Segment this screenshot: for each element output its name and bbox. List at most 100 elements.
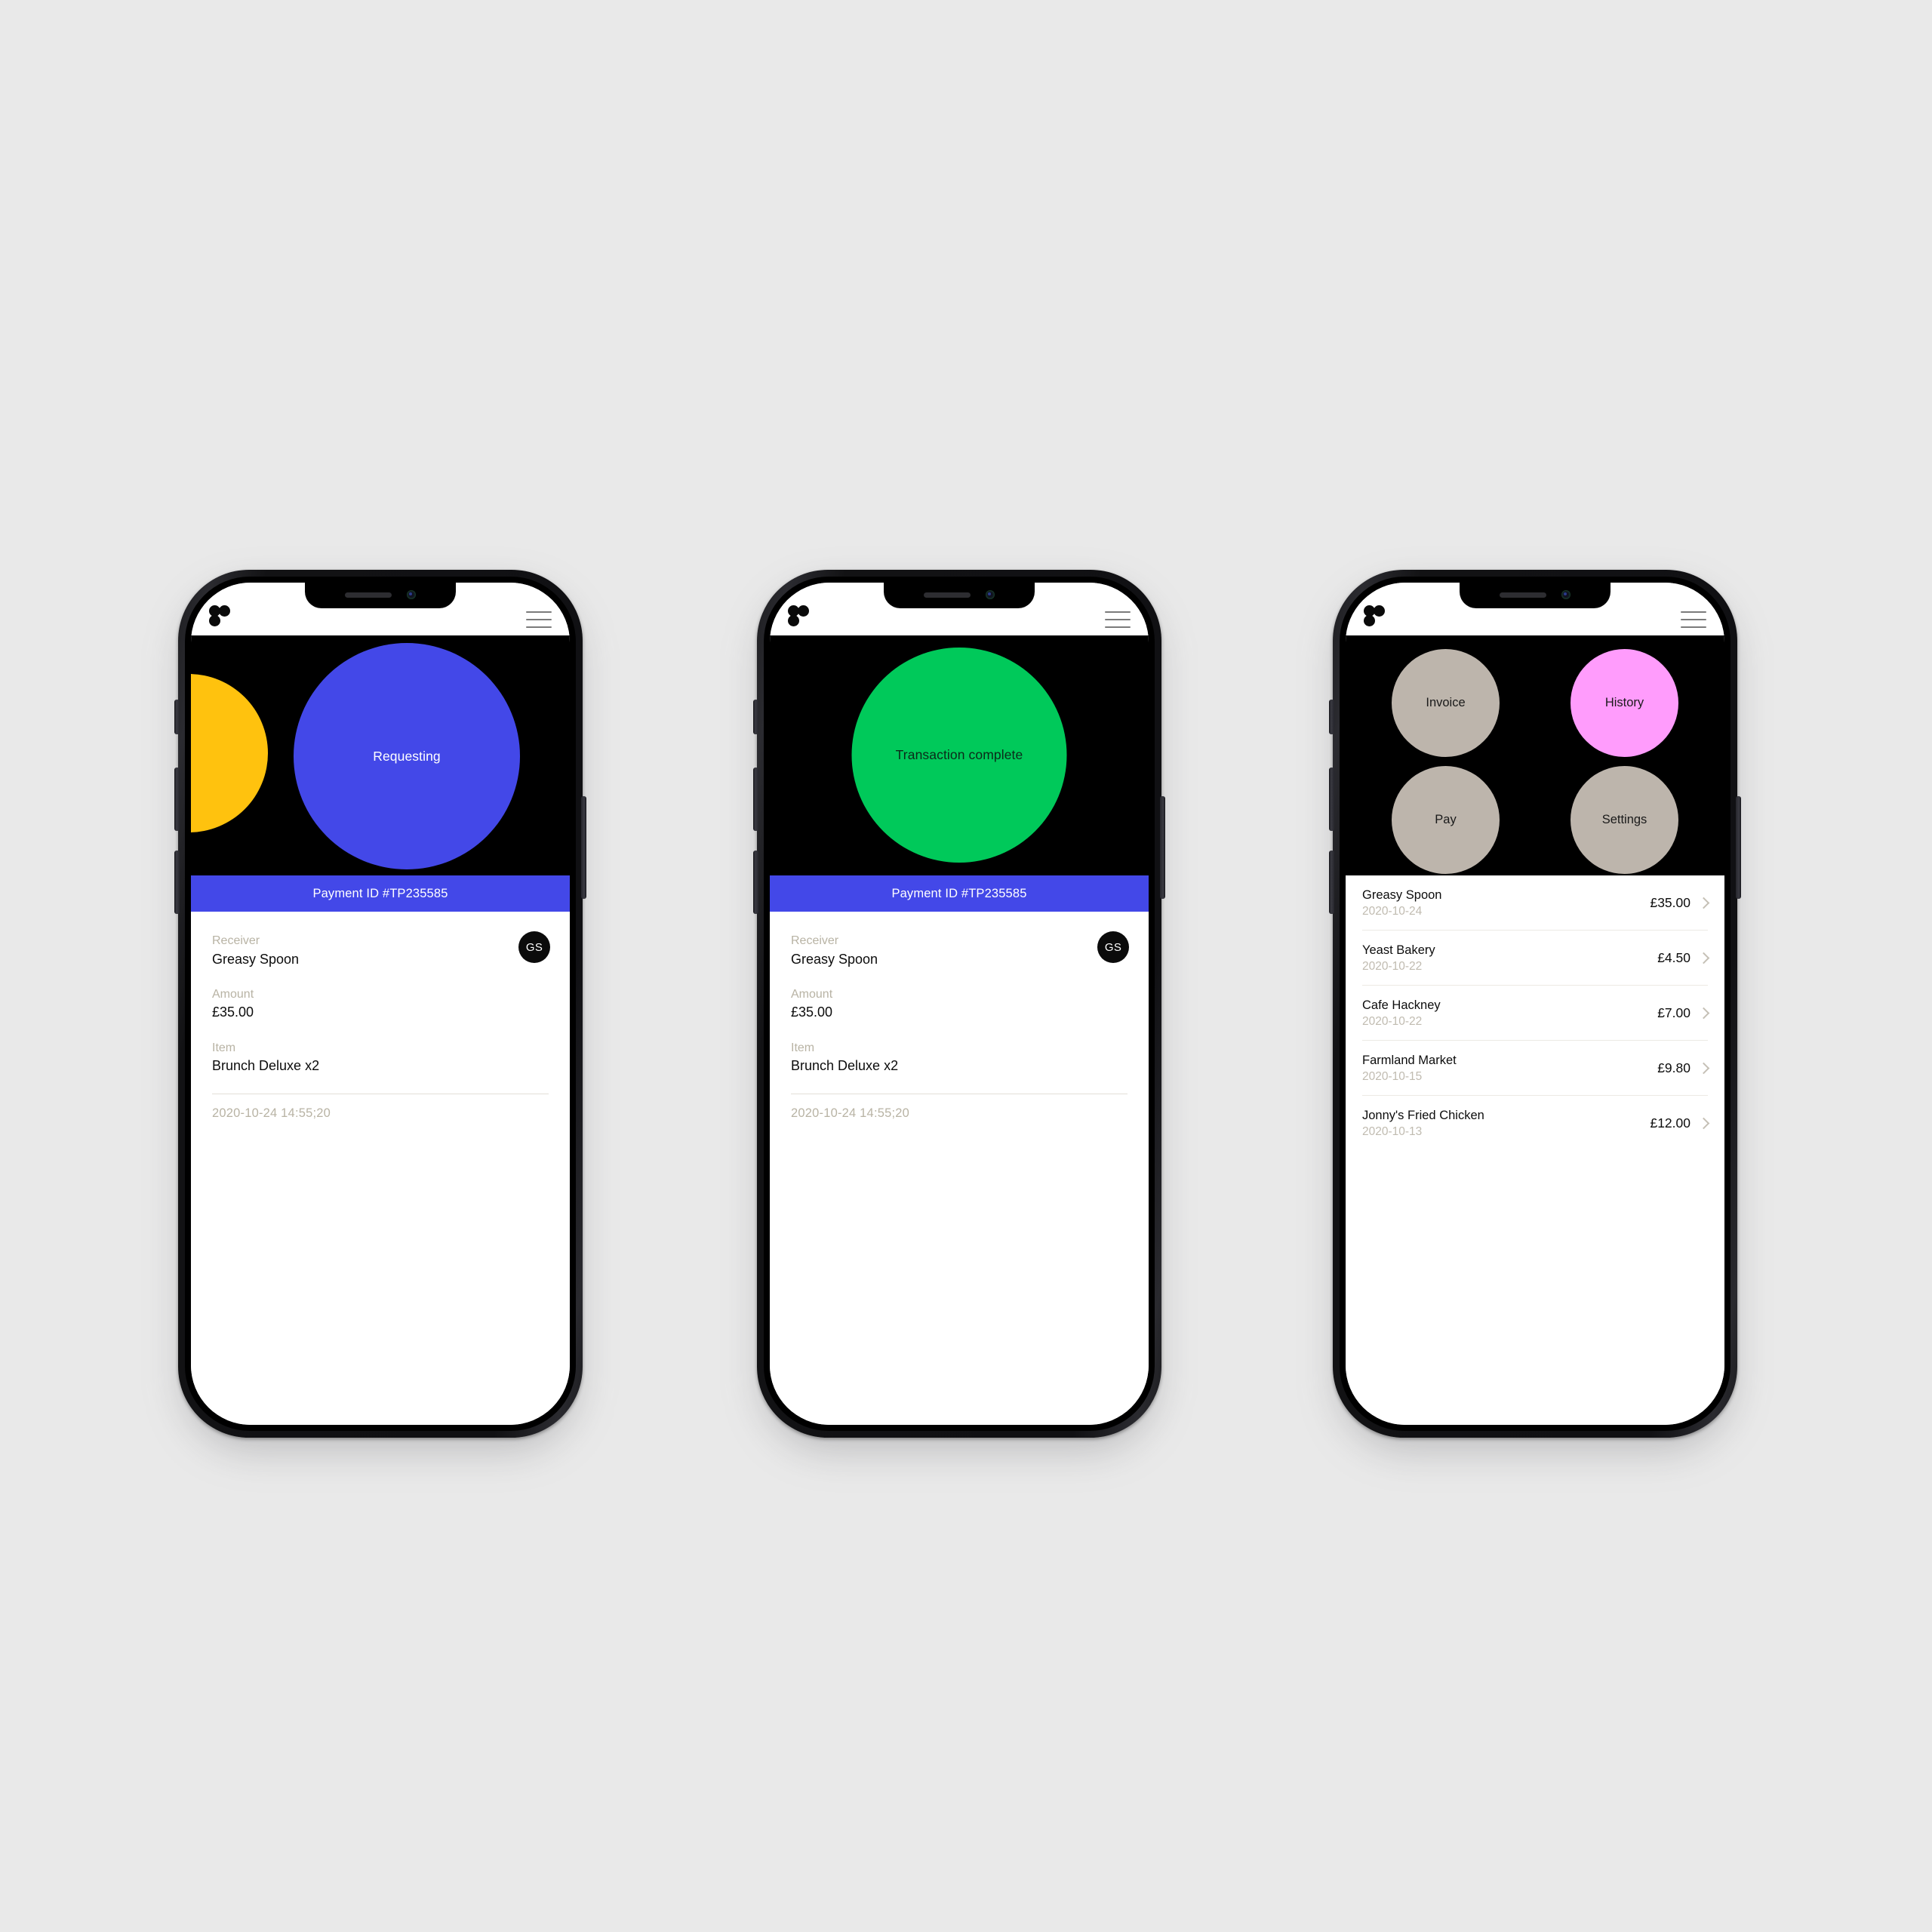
status-hero-requesting: Requesting bbox=[191, 635, 570, 875]
chevron-right-icon bbox=[1697, 1062, 1710, 1075]
volume-up-button[interactable] bbox=[753, 768, 758, 831]
transaction-date: 2020-10-15 bbox=[1362, 1069, 1423, 1083]
table-row[interactable]: Jonny's Fried Chicken 2020-10-13 £12.00 bbox=[1362, 1096, 1710, 1150]
hamburger-menu-icon[interactable] bbox=[1681, 611, 1706, 628]
logo-dot-2 bbox=[798, 605, 809, 617]
table-row[interactable]: Yeast Bakery 2020-10-22 £4.50 bbox=[1362, 931, 1710, 986]
item-label: Item bbox=[791, 1041, 815, 1054]
status-hero-complete: Transaction complete bbox=[770, 635, 1149, 875]
logo-dot-3 bbox=[1364, 615, 1375, 626]
item-label: Item bbox=[212, 1041, 236, 1054]
transaction-date: 2020-10-13 bbox=[1362, 1124, 1423, 1138]
payment-id-bar: Payment ID #TP235585 bbox=[770, 875, 1149, 912]
amount-label: Amount bbox=[791, 987, 833, 1001]
status-circle-requesting: Requesting bbox=[294, 643, 520, 869]
transaction-trailing: £7.00 bbox=[1657, 1005, 1710, 1021]
home-menu-grid: Invoice History Pay Settings bbox=[1346, 635, 1724, 875]
transaction-amount: £9.80 bbox=[1657, 1060, 1690, 1075]
menu-label-invoice: Invoice bbox=[1426, 696, 1466, 709]
volume-up-button[interactable] bbox=[1329, 768, 1334, 831]
field-amount: Amount £35.00 bbox=[212, 986, 549, 1022]
transaction-name: Cafe Hackney bbox=[1362, 998, 1441, 1012]
phone-mockup-requesting: Requesting Payment ID #TP235585 GS Recei… bbox=[174, 570, 586, 1450]
power-button[interactable] bbox=[581, 796, 586, 899]
receiver-value: Greasy Spoon bbox=[212, 951, 300, 967]
volume-down-button[interactable] bbox=[174, 851, 180, 914]
hamburger-line-2 bbox=[1105, 619, 1131, 620]
chevron-right-icon bbox=[1697, 1007, 1710, 1020]
menu-button-history[interactable]: History bbox=[1571, 649, 1678, 757]
payment-detail-panel: GS Receiver Greasy Spoon Amount £35.00 I… bbox=[191, 912, 570, 1425]
app-header bbox=[191, 583, 570, 635]
phone-mockup-home: Invoice History Pay Settings Greasy Spoo… bbox=[1329, 570, 1741, 1450]
status-label: Transaction complete bbox=[895, 747, 1023, 762]
transaction-amount: £35.00 bbox=[1650, 895, 1690, 910]
table-row[interactable]: Farmland Market 2020-10-15 £9.80 bbox=[1362, 1041, 1710, 1096]
avatar-initials: GS bbox=[525, 940, 543, 954]
transaction-name: Jonny's Fried Chicken bbox=[1362, 1109, 1484, 1122]
phone-screen-home: Invoice History Pay Settings Greasy Spoo… bbox=[1346, 583, 1724, 1425]
transaction-amount: £4.50 bbox=[1657, 950, 1690, 965]
transaction-info: Yeast Bakery 2020-10-22 bbox=[1362, 943, 1435, 974]
transaction-name: Yeast Bakery bbox=[1362, 943, 1435, 957]
hamburger-menu-icon[interactable] bbox=[526, 611, 552, 628]
transaction-name: Farmland Market bbox=[1362, 1054, 1457, 1067]
device-notch bbox=[305, 583, 456, 608]
payment-id-text: Payment ID #TP235585 bbox=[891, 886, 1027, 900]
chevron-right-icon bbox=[1697, 897, 1710, 909]
transaction-list: Greasy Spoon 2020-10-24 £35.00 Yeast Bak… bbox=[1346, 875, 1724, 1425]
phone-mockup-complete: Transaction complete Payment ID #TP23558… bbox=[753, 570, 1165, 1450]
device-notch bbox=[1460, 583, 1611, 608]
amount-value: £35.00 bbox=[212, 1004, 254, 1020]
receiver-label: Receiver bbox=[791, 934, 839, 947]
hamburger-line-3 bbox=[1681, 626, 1706, 628]
payment-detail-panel: GS Receiver Greasy Spoon Amount £35.00 I… bbox=[770, 912, 1149, 1425]
transaction-date: 2020-10-24 bbox=[1362, 904, 1423, 918]
transaction-date: 2020-10-22 bbox=[1362, 1014, 1423, 1028]
volume-down-button[interactable] bbox=[753, 851, 758, 914]
menu-button-invoice[interactable]: Invoice bbox=[1392, 649, 1500, 757]
front-camera-icon bbox=[407, 590, 416, 599]
transaction-info: Farmland Market 2020-10-15 bbox=[1362, 1053, 1457, 1084]
phone-body: Invoice History Pay Settings Greasy Spoo… bbox=[1329, 570, 1741, 1438]
silent-switch[interactable] bbox=[174, 700, 180, 734]
amount-value: £35.00 bbox=[791, 1004, 833, 1020]
chevron-right-icon bbox=[1697, 1117, 1710, 1130]
transaction-name: Greasy Spoon bbox=[1362, 888, 1442, 902]
power-button[interactable] bbox=[1736, 796, 1741, 899]
field-item: Item Brunch Deluxe x2 bbox=[791, 1040, 1128, 1075]
phone-screen-requesting: Requesting Payment ID #TP235585 GS Recei… bbox=[191, 583, 570, 1425]
transaction-amount: £7.00 bbox=[1657, 1005, 1690, 1020]
menu-button-pay[interactable]: Pay bbox=[1392, 766, 1500, 874]
app-header bbox=[1346, 583, 1724, 635]
volume-down-button[interactable] bbox=[1329, 851, 1334, 914]
silent-switch[interactable] bbox=[753, 700, 758, 734]
transaction-trailing: £35.00 bbox=[1650, 895, 1710, 911]
phone-body: Transaction complete Payment ID #TP23558… bbox=[753, 570, 1165, 1438]
power-button[interactable] bbox=[1160, 796, 1165, 899]
table-row[interactable]: Greasy Spoon 2020-10-24 £35.00 bbox=[1362, 875, 1710, 931]
logo-dot-3 bbox=[209, 615, 220, 626]
phone-body: Requesting Payment ID #TP235585 GS Recei… bbox=[174, 570, 586, 1438]
hamburger-menu-icon[interactable] bbox=[1105, 611, 1131, 628]
app-header bbox=[770, 583, 1149, 635]
three-dots-logo[interactable] bbox=[1364, 605, 1388, 628]
transaction-trailing: £9.80 bbox=[1657, 1060, 1710, 1076]
transaction-trailing: £12.00 bbox=[1650, 1115, 1710, 1131]
hamburger-line-1 bbox=[1681, 611, 1706, 613]
payment-id-text: Payment ID #TP235585 bbox=[312, 886, 448, 900]
logo-dot-3 bbox=[788, 615, 799, 626]
transaction-info: Jonny's Fried Chicken 2020-10-13 bbox=[1362, 1108, 1484, 1139]
volume-up-button[interactable] bbox=[174, 768, 180, 831]
three-dots-logo[interactable] bbox=[788, 605, 812, 628]
receiver-value: Greasy Spoon bbox=[791, 951, 878, 967]
table-row[interactable]: Cafe Hackney 2020-10-22 £7.00 bbox=[1362, 986, 1710, 1041]
decorative-yellow-circle bbox=[191, 674, 268, 832]
field-amount: Amount £35.00 bbox=[791, 986, 1128, 1022]
silent-switch[interactable] bbox=[1329, 700, 1334, 734]
avatar-initials: GS bbox=[1104, 940, 1122, 954]
three-dots-logo[interactable] bbox=[209, 605, 233, 628]
hamburger-line-2 bbox=[526, 619, 552, 620]
menu-button-settings[interactable]: Settings bbox=[1571, 766, 1678, 874]
home-menu-hero: Invoice History Pay Settings bbox=[1346, 635, 1724, 875]
